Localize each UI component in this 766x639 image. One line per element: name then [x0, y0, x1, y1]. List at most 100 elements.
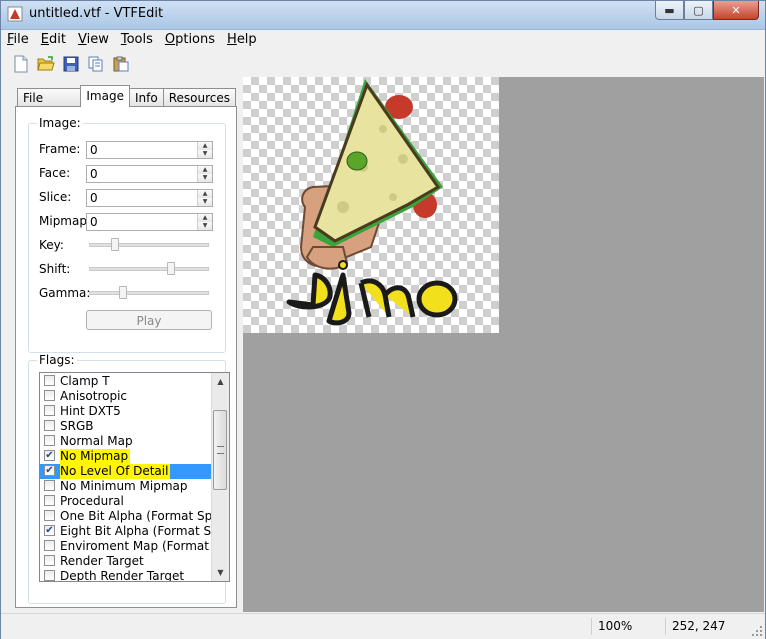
- maximize-button[interactable]: ▢: [684, 1, 713, 20]
- image-group: Image: Frame: 0 ▲ ▼ Face: 0 ▲ ▼ Slice: 0 ▲…: [28, 116, 226, 353]
- menu-options[interactable]: Options: [159, 30, 221, 50]
- flag-checkbox[interactable]: ✔: [44, 465, 55, 476]
- close-button[interactable]: ✕: [713, 1, 759, 20]
- slider-thumb[interactable]: [111, 238, 119, 251]
- spin-up-icon[interactable]: ▲: [198, 142, 212, 150]
- flag-label: Procedural: [60, 494, 124, 508]
- spin-up-icon[interactable]: ▲: [198, 166, 212, 174]
- status-message: [1, 618, 593, 635]
- flag-item[interactable]: Normal Map: [40, 434, 214, 449]
- maximize-icon: ▢: [693, 3, 704, 17]
- face-spinner[interactable]: 0 ▲ ▼: [86, 165, 213, 183]
- scroll-up-icon[interactable]: ▲: [212, 373, 229, 390]
- flag-item[interactable]: Enviroment Map (Format Sp: [40, 539, 214, 554]
- minimize-button[interactable]: ▬: [655, 1, 684, 20]
- flag-item[interactable]: One Bit Alpha (Format Spec: [40, 509, 214, 524]
- tab-file-system[interactable]: File System: [17, 88, 82, 123]
- flag-label: Render Target: [60, 554, 144, 568]
- paste-button[interactable]: [111, 54, 131, 74]
- spin-down-icon[interactable]: ▼: [198, 222, 212, 230]
- title-bar[interactable]: untitled.vtf - VTFEdit ▬ ▢ ✕: [1, 1, 765, 30]
- window-title: untitled.vtf - VTFEdit: [29, 6, 164, 21]
- save-icon: [63, 56, 79, 72]
- flag-checkbox[interactable]: [44, 405, 55, 416]
- flags-group: Flags: Clamp T Anisotropic Hint DXT5 SRGB No…: [28, 353, 230, 604]
- cursor-coordinates: 252, 247: [665, 618, 748, 635]
- flag-label: One Bit Alpha (Format Spec: [60, 509, 214, 523]
- open-folder-icon: [37, 56, 55, 71]
- menu-file[interactable]: File: [1, 30, 35, 50]
- flag-checkbox[interactable]: ✔: [44, 450, 55, 461]
- flag-label: Eight Bit Alpha (Format Spec: [60, 524, 214, 538]
- mipmap-spinner[interactable]: 0 ▲ ▼: [86, 213, 213, 231]
- flag-checkbox[interactable]: [44, 420, 55, 431]
- spin-down-icon[interactable]: ▼: [198, 150, 212, 158]
- flag-item[interactable]: Depth Render Target: [40, 569, 214, 582]
- slice-spinner[interactable]: 0 ▲ ▼: [86, 189, 213, 207]
- flag-checkbox[interactable]: [44, 510, 55, 521]
- flags-list[interactable]: Clamp T Anisotropic Hint DXT5 SRGB Normal Ma…: [39, 372, 230, 582]
- flag-item[interactable]: Anisotropic: [40, 389, 214, 404]
- frame-label: Frame:: [39, 142, 81, 156]
- spin-down-icon[interactable]: ▼: [198, 198, 212, 206]
- copy-button[interactable]: [86, 54, 106, 74]
- play-button[interactable]: Play: [86, 310, 212, 330]
- frame-value: 0: [90, 143, 98, 157]
- tab-resources[interactable]: Resources: [162, 88, 236, 107]
- menu-bar: File Edit View Tools Options Help: [1, 30, 765, 50]
- close-icon: ✕: [731, 3, 741, 17]
- flag-item[interactable]: Procedural: [40, 494, 214, 509]
- spin-up-icon[interactable]: ▲: [198, 214, 212, 222]
- save-button[interactable]: [61, 54, 81, 74]
- flag-item[interactable]: No Minimum Mipmap: [40, 479, 214, 494]
- flag-item[interactable]: Hint DXT5: [40, 404, 214, 419]
- flag-checkbox[interactable]: [44, 390, 55, 401]
- gamma-label: Gamma:: [39, 286, 91, 300]
- flags-group-label: Flags:: [37, 353, 77, 367]
- flag-checkbox[interactable]: [44, 435, 55, 446]
- resize-grip-icon[interactable]: [751, 625, 763, 637]
- flag-item[interactable]: ✔ No Level Of Detail: [40, 464, 214, 479]
- flag-item[interactable]: ✔ No Mipmap: [40, 449, 214, 464]
- flag-checkbox[interactable]: [44, 555, 55, 566]
- flag-label: Depth Render Target: [60, 569, 185, 582]
- spin-up-icon[interactable]: ▲: [198, 190, 212, 198]
- flag-checkbox[interactable]: [44, 495, 55, 506]
- flag-checkbox[interactable]: [44, 570, 55, 581]
- flag-label: Anisotropic: [60, 389, 128, 403]
- tab-info[interactable]: Info: [128, 88, 164, 107]
- flag-checkbox[interactable]: ✔: [44, 525, 55, 536]
- menu-view[interactable]: View: [72, 30, 115, 50]
- flag-checkbox[interactable]: [44, 540, 55, 551]
- texture-canvas[interactable]: [243, 77, 764, 612]
- open-button[interactable]: [36, 54, 56, 74]
- gamma-slider[interactable]: [89, 285, 209, 299]
- menu-help[interactable]: Help: [221, 30, 263, 50]
- menu-edit[interactable]: Edit: [35, 30, 72, 50]
- flag-checkbox[interactable]: [44, 375, 55, 386]
- shift-slider[interactable]: [89, 261, 209, 275]
- left-panel: File System Image Info Resources Image: …: [9, 85, 237, 608]
- flag-item[interactable]: ✔ Eight Bit Alpha (Format Spec: [40, 524, 214, 539]
- flag-item[interactable]: SRGB: [40, 419, 214, 434]
- paste-icon: [113, 56, 129, 72]
- frame-spinner[interactable]: 0 ▲ ▼: [86, 141, 213, 159]
- spin-down-icon[interactable]: ▼: [198, 174, 212, 182]
- flag-item[interactable]: Render Target: [40, 554, 214, 569]
- flags-scrollbar[interactable]: ▲ ▼: [211, 373, 229, 581]
- tab-image[interactable]: Image: [80, 85, 130, 107]
- new-file-button[interactable]: [11, 54, 31, 74]
- scroll-thumb[interactable]: [213, 410, 227, 490]
- flag-item[interactable]: Clamp T: [40, 374, 214, 389]
- flag-label: No Level Of Detail: [60, 464, 171, 479]
- flag-checkbox[interactable]: [44, 480, 55, 491]
- scroll-down-icon[interactable]: ▼: [212, 564, 229, 581]
- face-value: 0: [90, 167, 98, 181]
- transparency-checkerboard: [243, 77, 499, 333]
- key-slider[interactable]: [89, 237, 209, 251]
- slider-thumb[interactable]: [167, 262, 175, 275]
- menu-tools[interactable]: Tools: [115, 30, 159, 50]
- slider-thumb[interactable]: [119, 286, 127, 299]
- slice-label: Slice:: [39, 190, 72, 204]
- face-label: Face:: [39, 166, 71, 180]
